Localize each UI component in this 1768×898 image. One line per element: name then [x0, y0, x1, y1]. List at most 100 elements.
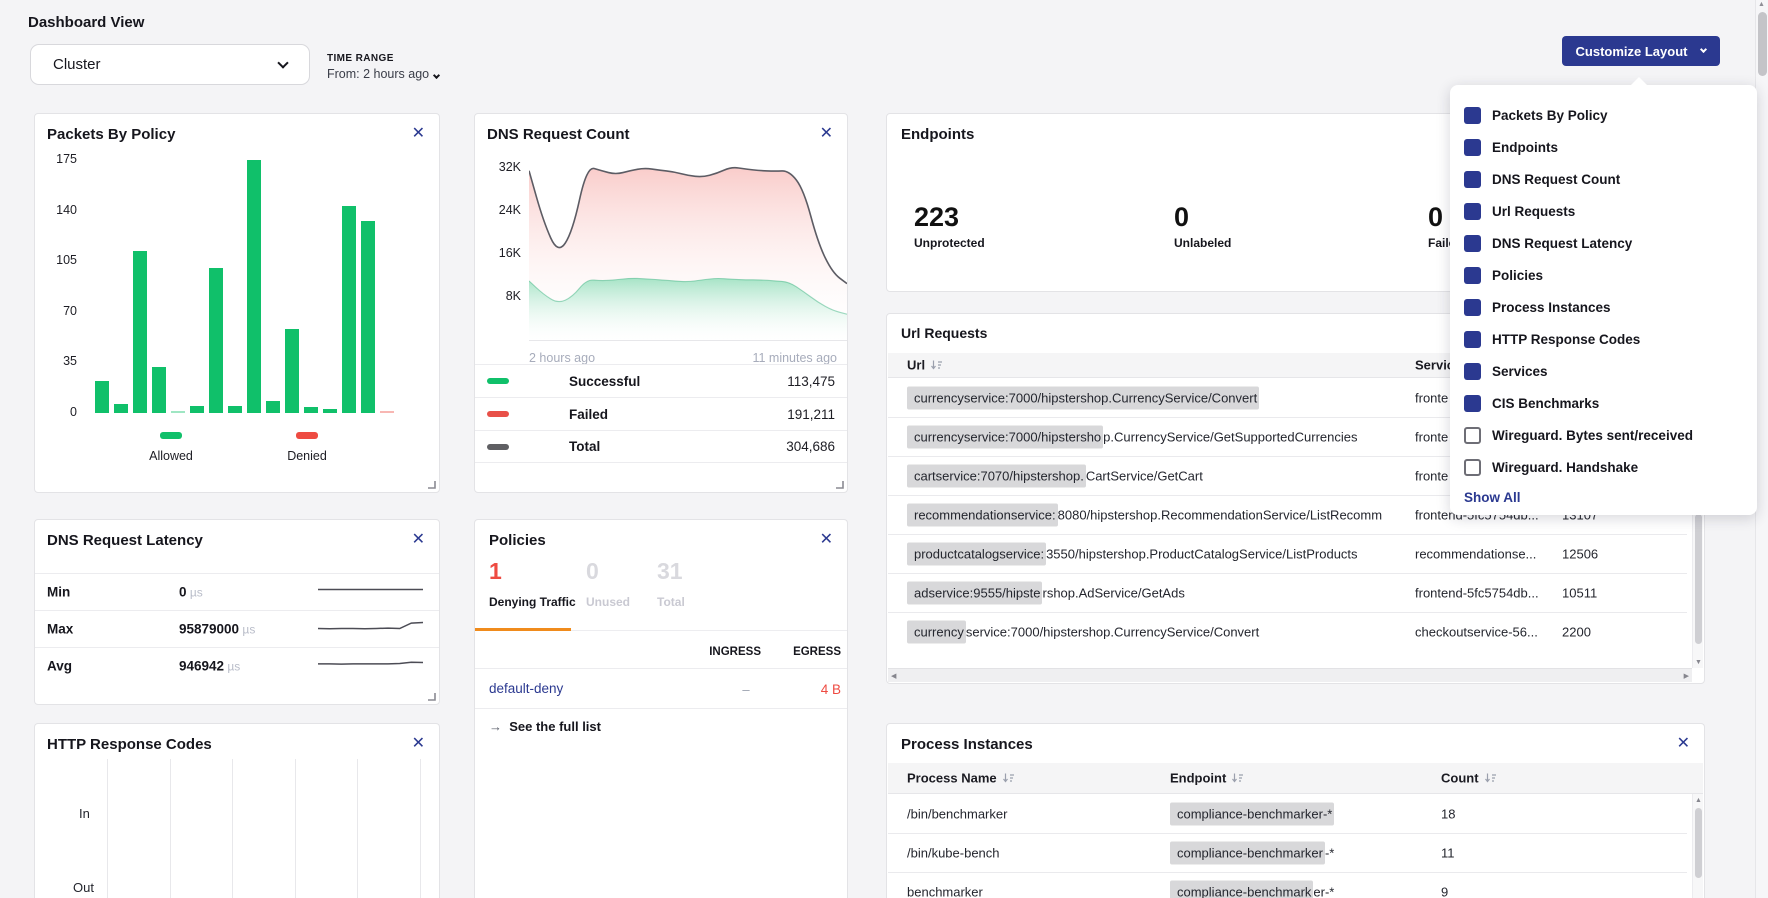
- menu-item[interactable]: HTTP Response Codes: [1464, 323, 1757, 355]
- column-header-endpoint[interactable]: Endpoint: [1170, 771, 1244, 786]
- sort-icon[interactable]: [1231, 773, 1244, 784]
- bar-allowed: [247, 160, 261, 413]
- scroll-up-icon[interactable]: ▲: [1758, 1, 1765, 8]
- scrollbar-thumb[interactable]: [1695, 514, 1702, 644]
- scroll-right-icon[interactable]: ▶: [1684, 672, 1689, 680]
- latency-metric-label: Avg: [47, 659, 72, 674]
- url-highlight: productcatalogservice:: [907, 543, 1046, 566]
- table-row[interactable]: adservice:9555/hipstershop.AdService/Get…: [888, 573, 1687, 612]
- policy-tab-active[interactable]: 1Denying Traffic: [489, 558, 576, 609]
- checkbox-checked-icon[interactable]: [1464, 171, 1481, 188]
- latency-row: Avg946942 µs: [35, 647, 439, 684]
- see-full-list-link[interactable]: → See the full list: [489, 719, 601, 734]
- checkbox-checked-icon[interactable]: [1464, 395, 1481, 412]
- close-icon[interactable]: ✕: [412, 529, 425, 549]
- legend-item: Denied: [271, 426, 343, 463]
- bar-allowed: [304, 407, 318, 413]
- table-row[interactable]: /bin/kube-benchcompliance-benchmarker-*1…: [888, 833, 1687, 872]
- menu-item-label: DNS Request Count: [1492, 172, 1620, 187]
- bar-allowed: [323, 409, 337, 413]
- menu-item[interactable]: Endpoints: [1464, 131, 1757, 163]
- count-cell: 18: [1441, 806, 1455, 821]
- column-header-process-name[interactable]: Process Name: [907, 771, 1015, 786]
- checkbox-checked-icon[interactable]: [1464, 235, 1481, 252]
- checkbox-checked-icon[interactable]: [1464, 363, 1481, 380]
- url-highlight: recommendationservice:: [907, 504, 1058, 527]
- checkbox-checked-icon[interactable]: [1464, 139, 1481, 156]
- url-cell: recommendationservice:8080/hipstershop.R…: [907, 508, 1382, 523]
- latency-metric-label: Max: [47, 622, 73, 637]
- card-title: HTTP Response Codes: [47, 736, 212, 753]
- column-header-url[interactable]: Url: [907, 358, 943, 373]
- checkbox-checked-icon[interactable]: [1464, 107, 1481, 124]
- resize-handle-icon[interactable]: [426, 479, 436, 489]
- count-cell: 2200: [1562, 625, 1591, 640]
- customize-layout-button[interactable]: Customize Layout: [1562, 36, 1720, 66]
- menu-item[interactable]: DNS Request Latency: [1464, 227, 1757, 259]
- menu-item[interactable]: Process Instances: [1464, 291, 1757, 323]
- view-selector[interactable]: Cluster: [30, 44, 310, 85]
- close-icon[interactable]: ✕: [412, 123, 425, 143]
- checkbox-unchecked-icon[interactable]: [1464, 459, 1481, 476]
- process-table-vscrollbar[interactable]: ▲: [1692, 794, 1703, 898]
- count-cell: 10511: [1562, 586, 1597, 601]
- menu-item-label: DNS Request Latency: [1492, 236, 1632, 251]
- allowed-swatch-icon: [160, 432, 182, 439]
- endpoint-cell: compliance-benchmarker-*: [1170, 846, 1334, 861]
- table-row[interactable]: currencyservice:7000/hipstershop.Currenc…: [888, 612, 1687, 651]
- table-row[interactable]: productcatalogservice:3550/hipstershop.P…: [888, 534, 1687, 573]
- http-response-codes-card: HTTP Response Codes ✕ In Out: [34, 723, 440, 898]
- checkbox-unchecked-icon[interactable]: [1464, 427, 1481, 444]
- dns-legend-label: Successful: [569, 374, 787, 389]
- time-range: TIME RANGE From: 2 hours ago: [327, 53, 439, 81]
- menu-item[interactable]: Wireguard. Bytes sent/received: [1464, 419, 1757, 451]
- policy-tab[interactable]: 31Total: [657, 558, 685, 609]
- latency-sparkline: [317, 579, 424, 606]
- endpoint-cell: compliance-benchmarker-*: [1170, 806, 1334, 821]
- area-chart-ytick: 32K: [483, 160, 521, 174]
- dns-legend-label: Total: [569, 439, 786, 454]
- table-row[interactable]: /bin/benchmarkercompliance-benchmarker-*…: [888, 794, 1687, 833]
- page-scrollbar-thumb[interactable]: [1758, 12, 1767, 76]
- menu-item[interactable]: Policies: [1464, 259, 1757, 291]
- scroll-up-icon[interactable]: ▲: [1695, 797, 1702, 804]
- policy-name-link[interactable]: default-deny: [489, 681, 563, 696]
- url-table-hscrollbar[interactable]: ◀ ▶: [888, 668, 1692, 682]
- packets-by-policy-card: Packets By Policy ✕ 03570105140175 Allow…: [34, 113, 440, 493]
- close-icon[interactable]: ✕: [412, 733, 425, 753]
- policy-tab[interactable]: 0Unused: [586, 558, 630, 609]
- url-cell: cartservice:7070/hipstershop.CartService…: [907, 469, 1203, 484]
- sort-icon[interactable]: [1484, 773, 1497, 784]
- checkbox-checked-icon[interactable]: [1464, 203, 1481, 220]
- url-highlight: currency: [907, 621, 966, 644]
- scrollbar-thumb[interactable]: [1695, 808, 1702, 878]
- show-all-link[interactable]: Show All: [1464, 490, 1521, 505]
- checkbox-checked-icon[interactable]: [1464, 331, 1481, 348]
- menu-item[interactable]: Packets By Policy: [1464, 99, 1757, 131]
- scroll-left-icon[interactable]: ◀: [891, 672, 896, 680]
- stat-label: Unprotected: [914, 236, 985, 250]
- close-icon[interactable]: ✕: [820, 123, 833, 143]
- sort-icon[interactable]: [1002, 773, 1015, 784]
- policy-stat-label: Unused: [586, 595, 630, 609]
- scroll-down-icon[interactable]: ▼: [1695, 659, 1702, 666]
- sort-icon[interactable]: [930, 360, 943, 371]
- close-icon[interactable]: ✕: [1677, 733, 1690, 753]
- latency-value: 95879000 µs: [179, 622, 255, 637]
- menu-item[interactable]: CIS Benchmarks: [1464, 387, 1757, 419]
- close-icon[interactable]: ✕: [820, 529, 833, 549]
- menu-item[interactable]: DNS Request Count: [1464, 163, 1757, 195]
- time-range-from[interactable]: From: 2 hours ago: [327, 67, 439, 81]
- bar-allowed: [285, 329, 299, 413]
- resize-handle-icon[interactable]: [426, 691, 436, 701]
- denied-swatch-icon: [296, 432, 318, 439]
- menu-item[interactable]: Wireguard. Handshake: [1464, 451, 1757, 483]
- column-header-count[interactable]: Count: [1441, 771, 1497, 786]
- menu-item[interactable]: Services: [1464, 355, 1757, 387]
- url-cell: adservice:9555/hipstershop.AdService/Get…: [907, 586, 1185, 601]
- checkbox-checked-icon[interactable]: [1464, 299, 1481, 316]
- resize-handle-icon[interactable]: [834, 479, 844, 489]
- menu-item[interactable]: Url Requests: [1464, 195, 1757, 227]
- checkbox-checked-icon[interactable]: [1464, 267, 1481, 284]
- table-row[interactable]: benchmarkercompliance-benchmarker-*9: [888, 872, 1687, 898]
